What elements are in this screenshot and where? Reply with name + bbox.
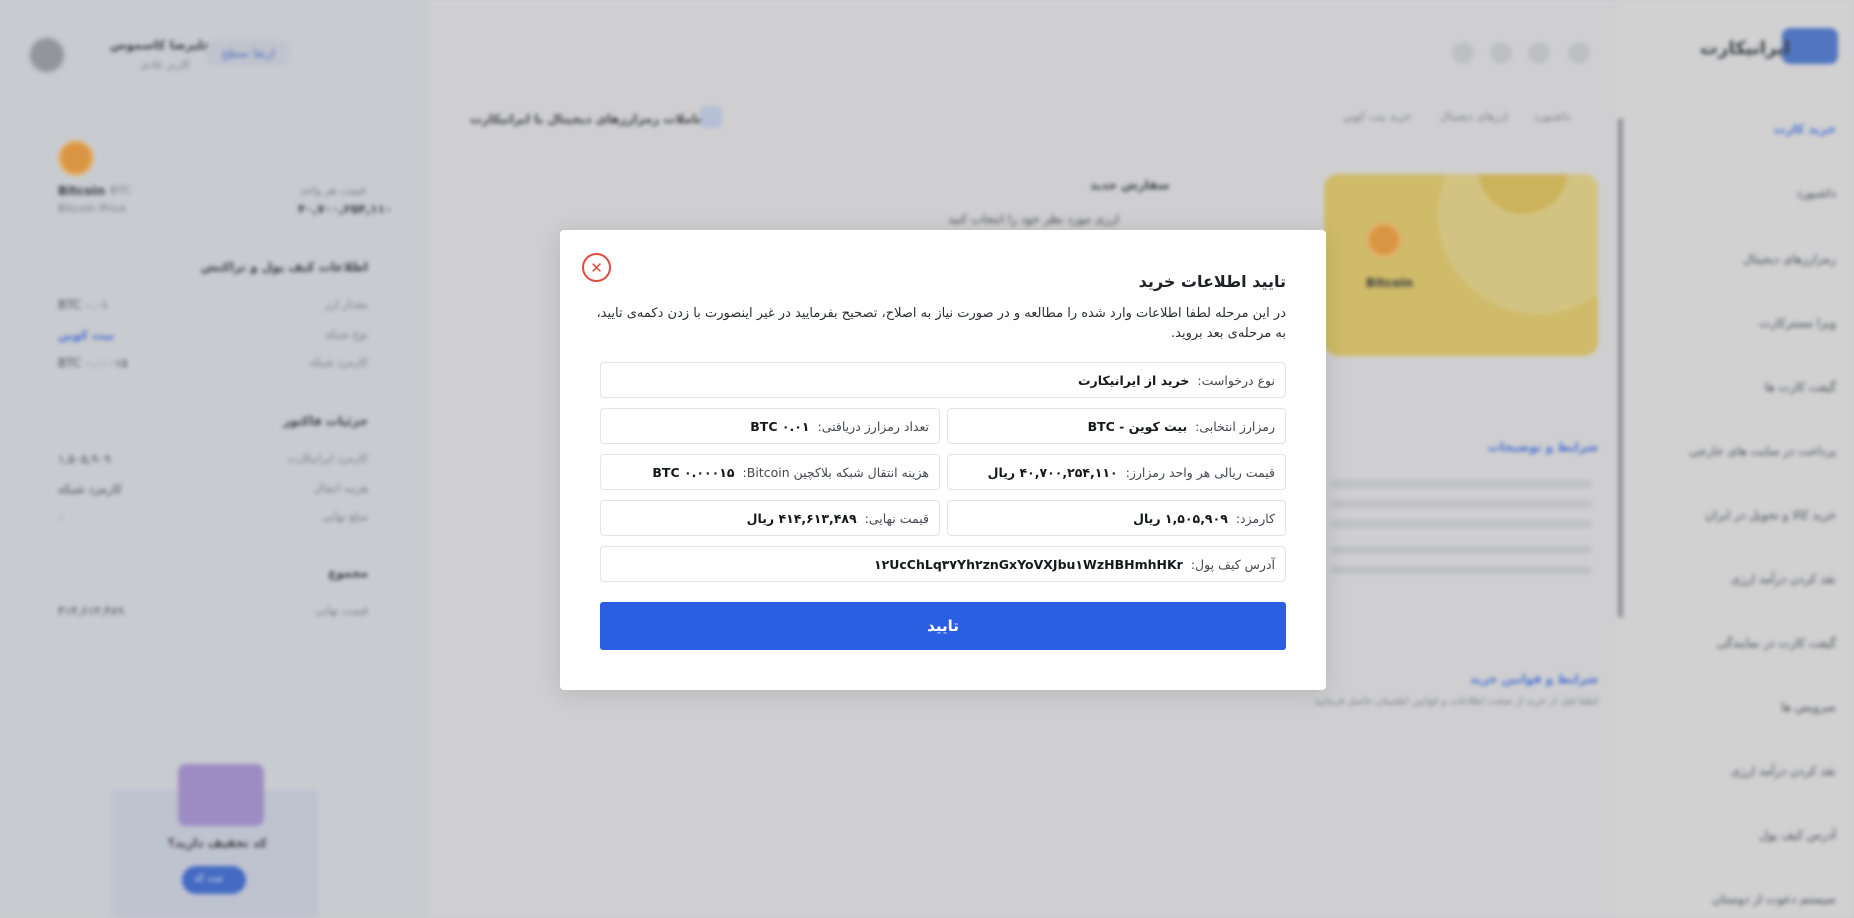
field-label: قیمت ریالی هر واحد رمزارز:	[1125, 464, 1275, 480]
commission-field: کارمزد: ۱,۵۰۵,۹۰۹ ریال	[947, 500, 1286, 536]
request-type-field: نوع درخواست: خرید از ایرانیکارت	[600, 362, 1286, 398]
network-fee-field: هزینه انتقال شبکه بلاکچین Bitcoin: ۰.۰۰۰…	[600, 454, 940, 490]
field-label: قیمت نهایی:	[864, 510, 929, 526]
confirm-button[interactable]: تایید	[600, 602, 1286, 650]
field-value: ۱۲UcChLq۳۷Yh۲znGxYoVXJbu۱WzHBHmhHKr	[873, 556, 1183, 572]
close-icon: ✕	[590, 258, 603, 277]
selected-coin-field: رمزارز انتخابی: بیت کوین - BTC	[947, 408, 1286, 444]
unit-price-field: قیمت ریالی هر واحد رمزارز: ۴۰,۷۰۰,۲۵۴,۱۱…	[947, 454, 1286, 490]
field-value: ۴۱۴,۶۱۳,۴۸۹ ریال	[746, 510, 857, 526]
purchase-confirm-modal: ✕ تایید اطلاعات خرید در این مرحله لطفا ا…	[560, 230, 1326, 690]
field-value: ۰.۰۰۰۱۵ BTC	[652, 464, 735, 480]
field-value: خرید از ایرانیکارت	[1077, 372, 1190, 388]
field-value: ۰.۰۱ BTC	[750, 418, 810, 434]
received-amount-field: تعداد رمزارز دریافتی: ۰.۰۱ BTC	[600, 408, 940, 444]
field-value: بیت کوین - BTC	[1087, 418, 1188, 434]
close-button[interactable]: ✕	[582, 253, 611, 282]
field-value: ۱,۵۰۵,۹۰۹ ریال	[1133, 510, 1228, 526]
field-label: نوع درخواست:	[1197, 372, 1275, 388]
field-label: رمزارز انتخابی:	[1195, 418, 1275, 434]
wallet-address-field: آدرس کیف پول: ۱۲UcChLq۳۷Yh۲znGxYoVXJbu۱W…	[600, 546, 1286, 582]
field-label: آدرس کیف پول:	[1190, 556, 1275, 572]
field-value: ۴۰,۷۰۰,۲۵۴,۱۱۰ ریال	[987, 464, 1118, 480]
field-label: هزینه انتقال شبکه بلاکچین Bitcoin:	[742, 464, 929, 480]
field-label: کارمزد:	[1235, 510, 1275, 526]
modal-description: در این مرحله لطفا اطلاعات وارد شده را مط…	[596, 306, 1286, 341]
modal-title: تایید اطلاعات خرید	[1138, 272, 1286, 291]
field-label: تعداد رمزارز دریافتی:	[817, 418, 930, 434]
final-price-field: قیمت نهایی: ۴۱۴,۶۱۳,۴۸۹ ریال	[600, 500, 940, 536]
